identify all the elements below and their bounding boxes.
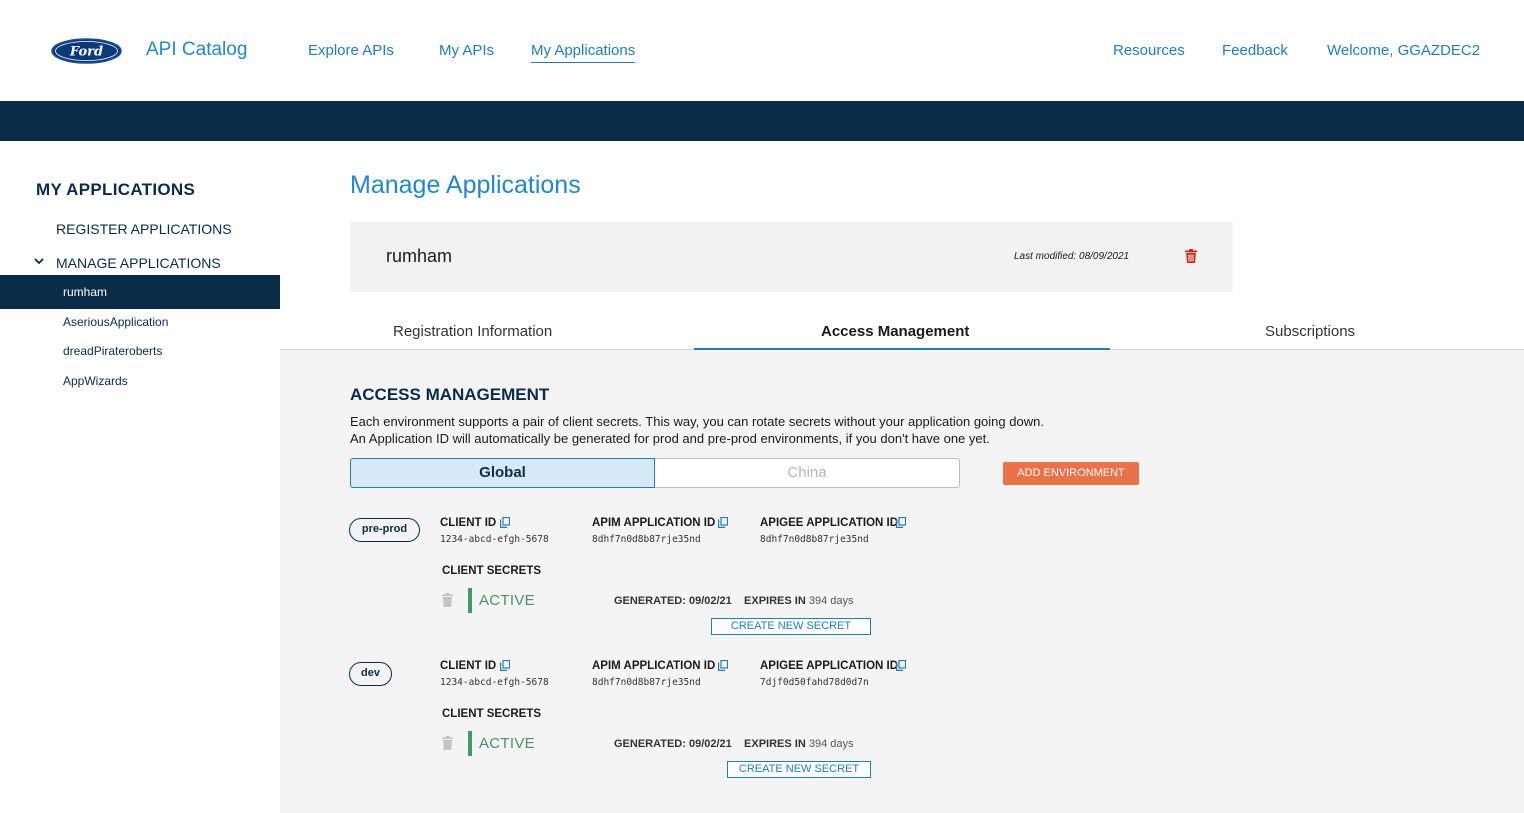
- sidebar-manage-applications[interactable]: MANAGE APPLICATIONS: [56, 255, 221, 271]
- access-management-heading: ACCESS MANAGEMENT: [350, 385, 550, 404]
- add-environment-button[interactable]: ADD ENVIRONMENT: [1003, 462, 1139, 485]
- apim-id-value: 8dhf7n0d8b87rje35nd: [592, 534, 701, 545]
- copy-icon[interactable]: [896, 517, 906, 528]
- secret-status: ACTIVE: [479, 592, 535, 609]
- secret-status: ACTIVE: [479, 735, 535, 752]
- delete-secret-icon[interactable]: [442, 736, 453, 750]
- app-name: rumham: [386, 246, 453, 266]
- tab-subscriptions[interactable]: Subscriptions: [1265, 323, 1355, 340]
- client-id-label: CLIENT ID: [440, 660, 497, 672]
- nav-my-applications[interactable]: My Applications: [531, 42, 636, 63]
- client-secrets-label: CLIENT SECRETS: [442, 708, 542, 720]
- client-id-value: 1234-abcd-efgh-5678: [440, 534, 549, 545]
- secret-status-bar: [468, 731, 472, 756]
- expires-label: EXPIRES IN: [744, 595, 806, 607]
- copy-icon[interactable]: [500, 660, 510, 671]
- apigee-id-label: APIGEE APPLICATION ID: [760, 517, 899, 529]
- generated-date: GENERATED: 09/02/21: [614, 738, 732, 750]
- secret-status-bar: [468, 588, 472, 613]
- main-content: Manage Applications rumham Last modified…: [280, 141, 1524, 813]
- segment-china[interactable]: China: [655, 458, 960, 488]
- expires-days: 394 days: [808, 595, 854, 607]
- delete-secret-icon[interactable]: [442, 593, 453, 607]
- access-description-line2: An Application ID will automatically be …: [350, 431, 990, 446]
- sidebar-app-dreadpirateroberts[interactable]: dreadPirateroberts: [0, 334, 280, 368]
- page-title: Manage Applications: [350, 171, 581, 199]
- env-badge-dev: dev: [349, 662, 392, 686]
- nav-explore-apis[interactable]: Explore APIs: [308, 42, 394, 59]
- sidebar-app-appwizards[interactable]: AppWizards: [0, 364, 280, 398]
- generated-date: GENERATED: 09/02/21: [614, 595, 732, 607]
- header-banner: [0, 101, 1524, 141]
- secret-generated: GENERATED: 09/02/21 EXPIRES IN 394 days: [614, 595, 854, 607]
- active-tab-indicator: [694, 348, 1110, 350]
- secret-generated: GENERATED: 09/02/21 EXPIRES IN 394 days: [614, 738, 854, 750]
- copy-icon[interactable]: [718, 517, 728, 528]
- copy-icon[interactable]: [500, 517, 510, 528]
- nav-user-welcome[interactable]: Welcome, GGAZDEC2: [1327, 42, 1480, 59]
- expires-days: 394 days: [808, 738, 854, 750]
- ford-logo[interactable]: Ford: [51, 38, 122, 64]
- expires-label: EXPIRES IN: [744, 738, 806, 750]
- tab-registration-information[interactable]: Registration Information: [393, 323, 552, 340]
- app-card: rumham Last modified: 08/09/2021: [350, 222, 1233, 292]
- nav-my-apis[interactable]: My APIs: [439, 42, 494, 59]
- create-new-secret-button[interactable]: CREATE NEW SECRET: [711, 618, 871, 635]
- nav-feedback[interactable]: Feedback: [1222, 42, 1288, 59]
- apigee-id-value: 7djf0d50fahd78d0d7n: [760, 677, 869, 688]
- apigee-id-value: 8dhf7n0d8b87rje35nd: [760, 534, 869, 545]
- copy-icon[interactable]: [896, 660, 906, 671]
- env-badge-pre-prod: pre-prod: [349, 518, 420, 542]
- sidebar-register-applications[interactable]: REGISTER APPLICATIONS: [56, 221, 232, 237]
- ford-logo-text: Ford: [69, 45, 103, 60]
- apim-id-label: APIM APPLICATION ID: [592, 517, 716, 529]
- segment-global[interactable]: Global: [350, 458, 655, 488]
- apigee-id-label: APIGEE APPLICATION ID: [760, 660, 899, 672]
- brand-title[interactable]: API Catalog: [146, 39, 247, 61]
- apim-id-value: 8dhf7n0d8b87rje35nd: [592, 677, 701, 688]
- tab-access-management[interactable]: Access Management: [821, 323, 969, 340]
- access-description-line1: Each environment supports a pair of clie…: [350, 414, 1044, 429]
- sidebar: MY APPLICATIONS REGISTER APPLICATIONS MA…: [0, 141, 280, 813]
- sidebar-app-rumham[interactable]: rumham: [0, 275, 280, 309]
- nav-resources[interactable]: Resources: [1113, 42, 1185, 59]
- last-modified: Last modified: 08/09/2021: [1014, 251, 1130, 262]
- client-secrets-label: CLIENT SECRETS: [442, 565, 542, 577]
- copy-icon[interactable]: [718, 660, 728, 671]
- chevron-down-icon[interactable]: [34, 256, 44, 266]
- delete-app-icon[interactable]: [1185, 249, 1197, 263]
- client-id-value: 1234-abcd-efgh-5678: [440, 677, 549, 688]
- sidebar-title: MY APPLICATIONS: [36, 180, 196, 199]
- apim-id-label: APIM APPLICATION ID: [592, 660, 716, 672]
- top-header: Ford API Catalog Explore APIs My APIs My…: [0, 0, 1524, 101]
- create-new-secret-button[interactable]: CREATE NEW SECRET: [727, 761, 871, 778]
- client-id-label: CLIENT ID: [440, 517, 497, 529]
